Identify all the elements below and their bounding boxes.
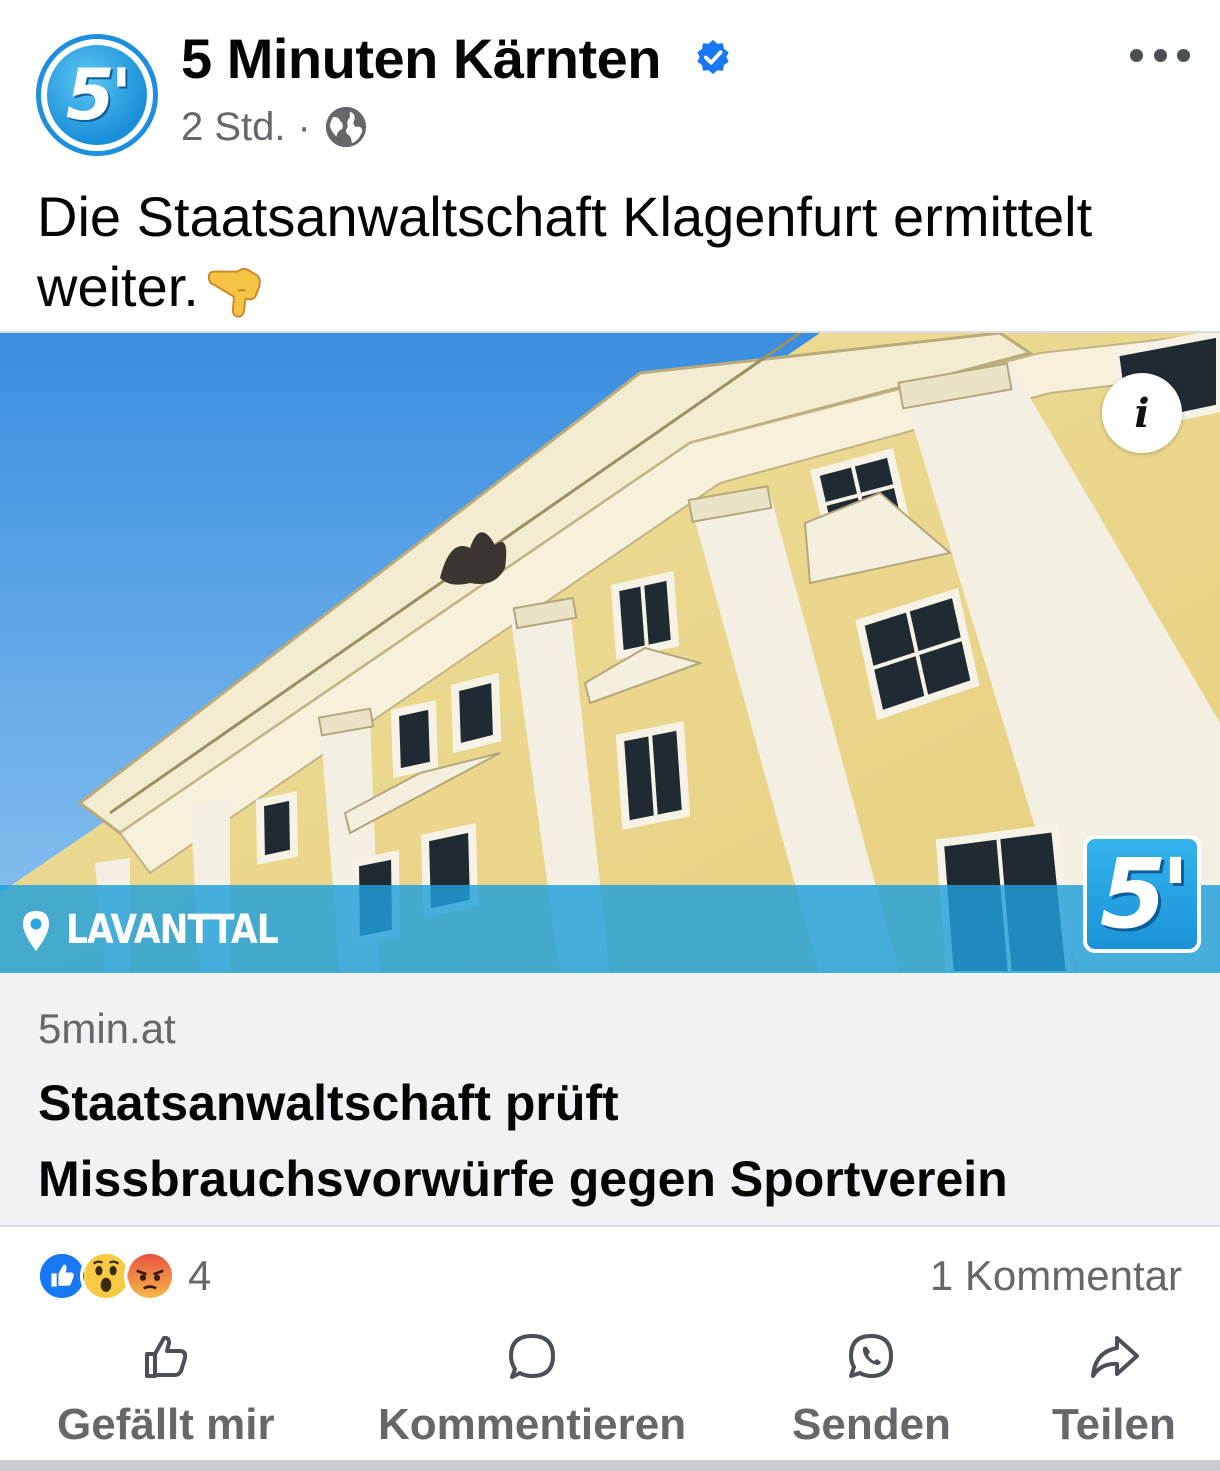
post-text: Die Staatsanwaltschaft Klagenfurt ermitt… <box>37 182 1197 322</box>
link-headline-line1: Staatsanwaltschaft prüft <box>38 1075 619 1131</box>
page-avatar[interactable]: 5' <box>36 34 158 156</box>
link-domain: 5min.at <box>38 1005 176 1052</box>
post-meta: 2 Std. · <box>181 104 369 150</box>
link-preview-image[interactable]: i LAVANTTAL 5' <box>0 331 1220 973</box>
angry-icon <box>124 1250 176 1302</box>
ad-info-button[interactable]: i <box>1102 373 1182 453</box>
link-headline: Staatsanwaltschaft prüft Missbrauchsvorw… <box>38 1065 1178 1217</box>
post-text-content: Die Staatsanwaltschaft Klagenfurt ermitt… <box>37 185 1093 318</box>
send-label: Senden <box>792 1400 951 1449</box>
more-dot <box>1130 48 1143 62</box>
link-headline-line2: Missbrauchsvorwürfe gegen Sportverein <box>38 1151 1008 1207</box>
post-header: 5' 5 Minuten Kärnten 2 Std. · <box>0 0 1220 170</box>
globe-icon <box>325 106 366 148</box>
building-photo <box>0 333 1220 973</box>
whatsapp-icon <box>849 1334 894 1378</box>
more-options-button[interactable] <box>1130 40 1190 70</box>
like-button[interactable]: Gefällt mir <box>57 1330 275 1450</box>
bottom-divider <box>0 1460 1220 1471</box>
thumbs-up-icon <box>144 1335 187 1378</box>
comment-label: Kommentieren <box>378 1400 687 1449</box>
verified-badge-icon <box>697 39 729 75</box>
location-label: LAVANTTAL <box>66 907 279 953</box>
more-dot <box>1153 48 1167 62</box>
reactions-summary[interactable]: 4 <box>36 1250 211 1302</box>
like-label: Gefällt mir <box>57 1400 275 1449</box>
comments-count[interactable]: 1 Kommentar <box>930 1252 1182 1300</box>
brand-logo: 5' <box>1083 835 1201 953</box>
page-name[interactable]: 5 Minuten Kärnten <box>181 26 661 91</box>
meta-separator: · <box>297 104 311 149</box>
post-time[interactable]: 2 Std. <box>181 105 286 150</box>
pointing-down-emoji <box>207 268 261 318</box>
comment-button[interactable]: Kommentieren <box>378 1330 686 1450</box>
comment-bubble-icon <box>509 1334 556 1379</box>
share-button[interactable]: Teilen <box>1052 1330 1176 1450</box>
location-pin-icon <box>23 911 49 951</box>
more-dot <box>1177 48 1190 62</box>
link-preview-caption[interactable]: 5min.at Staatsanwaltschaft prüft Missbra… <box>0 973 1220 1227</box>
send-button[interactable]: Senden <box>792 1330 951 1450</box>
share-arrow-icon <box>1090 1336 1139 1378</box>
reaction-count: 4 <box>188 1252 212 1299</box>
share-label: Teilen <box>1052 1400 1176 1449</box>
post-actions: Gefällt mir Kommentieren Senden Teilen <box>0 1330 1220 1460</box>
avatar-logo: 5' <box>47 45 147 145</box>
